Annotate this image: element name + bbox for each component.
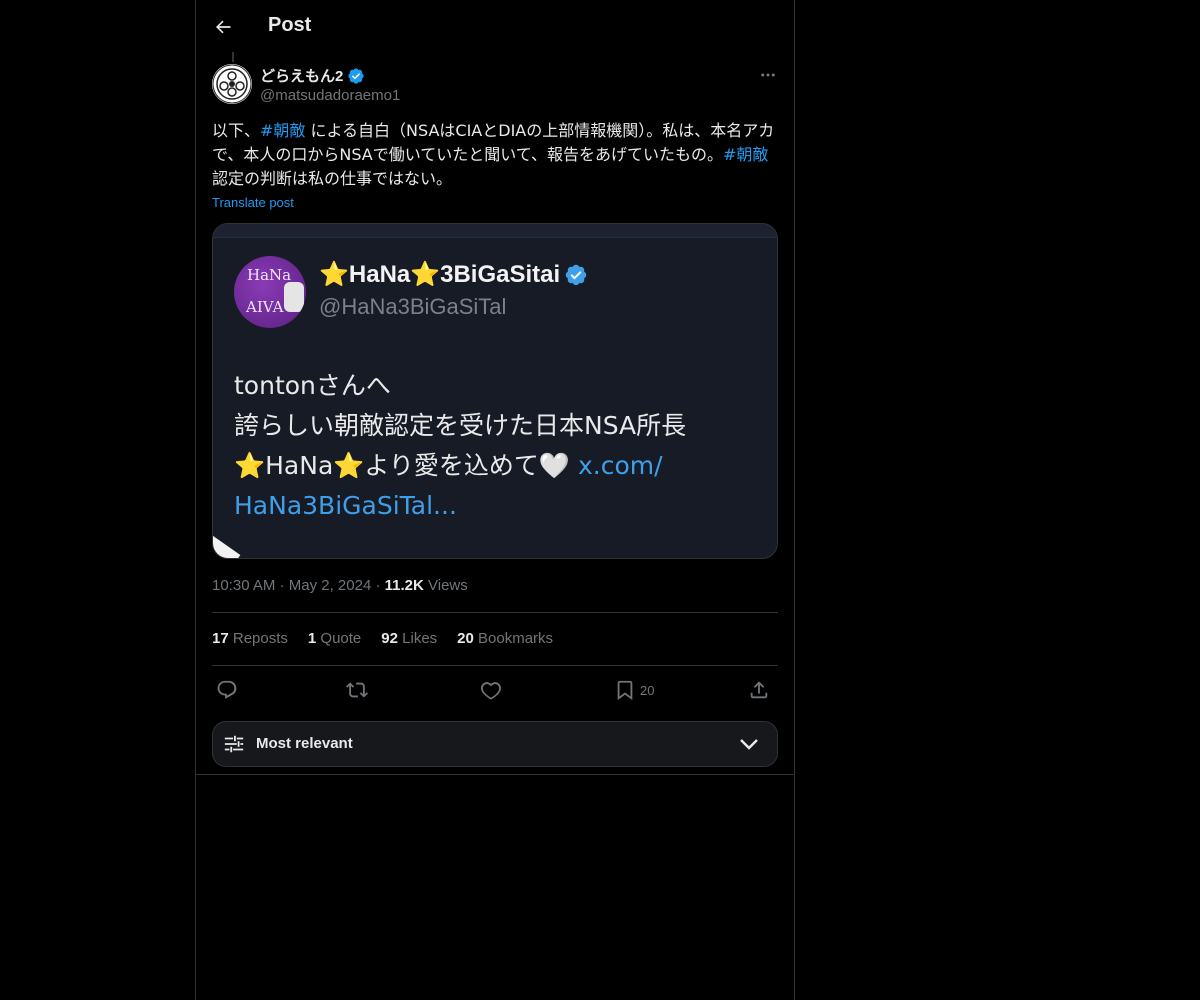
post-header: Post xyxy=(196,0,794,54)
bookmark-icon xyxy=(617,680,633,701)
views-label: Views xyxy=(428,577,468,594)
media-avatar-text: HaNa xyxy=(247,266,292,284)
media-avatar-figure xyxy=(284,282,304,312)
post-text: 以下、#朝敵 による自白（NSAはCIAとDIAの上部情報機関）。私は、本名アカ… xyxy=(212,119,778,191)
views-count: 11.2K xyxy=(384,577,424,594)
back-button[interactable] xyxy=(206,10,240,44)
post-time[interactable]: 10:30 AM xyxy=(212,577,275,594)
bookmark-count: 20 xyxy=(640,682,655,698)
author-name[interactable]: どらえもん2 xyxy=(260,65,365,86)
reply-icon xyxy=(217,680,237,699)
media-corner xyxy=(213,534,241,558)
media-line: ⭐HaNa⭐より愛を込めて🤍 x.com/ xyxy=(234,446,764,486)
post-media-image[interactable]: HaNa AIVA ⭐HaNa⭐3BiGaSitai @HaNa3BiGaSiT… xyxy=(212,223,778,559)
bookmarks-count: 20 xyxy=(457,630,474,647)
post-meta: 10:30 AM · May 2, 2024 · 11.2K Views xyxy=(212,577,468,594)
quotes-stat[interactable]: 1 Quote xyxy=(308,630,361,647)
likes-stat[interactable]: 92 Likes xyxy=(381,630,437,647)
repost-button[interactable] xyxy=(346,676,368,704)
sort-replies-dropdown[interactable]: Most relevant xyxy=(212,721,778,767)
media-avatar-text: AIVA xyxy=(246,298,284,316)
like-button[interactable] xyxy=(480,676,502,704)
divider xyxy=(196,774,794,775)
thread-line xyxy=(232,52,234,62)
primary-column: Post どらえもん2 @matsudadoraemo1 以下、#朝敵 による自… xyxy=(195,0,795,1000)
meta-separator: · xyxy=(279,577,289,594)
author-name-text: どらえもん2 xyxy=(260,68,344,85)
bookmarks-stat[interactable]: 20 Bookmarks xyxy=(457,630,553,647)
divider xyxy=(212,612,778,613)
reposts-label: Reposts xyxy=(232,630,288,647)
media-author-name-text: ⭐HaNa⭐3BiGaSitai xyxy=(319,261,561,288)
post-text-part: 認定の判断は私の仕事ではない。 xyxy=(212,169,453,188)
likes-count: 92 xyxy=(381,630,398,647)
post-stats: 17 Reposts 1 Quote 92 Likes 20 Bookmarks xyxy=(212,630,553,647)
verified-badge-icon xyxy=(565,264,587,285)
reply-button[interactable] xyxy=(216,676,238,704)
author-handle[interactable]: @matsudadoraemo1 xyxy=(260,87,400,104)
media-body-text: tontonさんへ 誇らしい朝敵認定を受けた日本NSA所長 ⭐HaNa⭐より愛を… xyxy=(234,366,764,526)
avatar[interactable] xyxy=(212,64,252,104)
back-arrow-icon xyxy=(216,20,231,34)
hashtag-link[interactable]: #朝敵 xyxy=(723,145,768,164)
translate-post-link[interactable]: Translate post xyxy=(212,195,294,210)
more-icon xyxy=(761,73,775,77)
media-author-name: ⭐HaNa⭐3BiGaSitai xyxy=(319,260,588,289)
media-avatar: HaNa AIVA xyxy=(234,256,306,328)
media-link-text: x.com/ xyxy=(577,451,663,480)
more-button[interactable] xyxy=(756,64,780,86)
media-author-handle: @HaNa3BiGaSiTal xyxy=(319,294,507,319)
sort-label: Most relevant xyxy=(256,735,353,752)
share-icon xyxy=(750,681,768,699)
page-title: Post xyxy=(268,14,312,36)
media-link-text: HaNa3BiGaSiTal... xyxy=(234,491,457,520)
likes-label: Likes xyxy=(402,630,438,647)
chevron-down-icon xyxy=(740,739,758,750)
media-line-text: ⭐HaNa⭐より愛を込めて🤍 xyxy=(234,451,578,480)
sliders-icon xyxy=(224,735,244,753)
meta-separator: · xyxy=(375,577,385,594)
like-icon xyxy=(481,682,501,700)
quotes-label: Quote xyxy=(320,630,362,647)
post-text-part: 以下、 xyxy=(212,121,261,140)
media-line: tontonさんへ xyxy=(234,371,391,400)
repost-icon xyxy=(346,682,368,698)
verified-badge-icon xyxy=(348,67,365,84)
hashtag-link[interactable]: #朝敵 xyxy=(260,121,305,140)
reposts-stat[interactable]: 17 Reposts xyxy=(212,630,288,647)
divider xyxy=(212,665,778,666)
reposts-count: 17 xyxy=(212,630,229,647)
share-button[interactable] xyxy=(748,676,770,704)
media-line: 誇らしい朝敵認定を受けた日本NSA所長 xyxy=(234,411,687,440)
action-bar: 20 xyxy=(212,676,778,704)
bookmark-button[interactable]: 20 xyxy=(614,676,654,704)
bookmarks-label: Bookmarks xyxy=(478,630,554,647)
family-crest-icon xyxy=(212,64,252,104)
post-date[interactable]: May 2, 2024 xyxy=(289,577,372,594)
quotes-count: 1 xyxy=(307,630,317,647)
media-topbar xyxy=(213,224,777,238)
